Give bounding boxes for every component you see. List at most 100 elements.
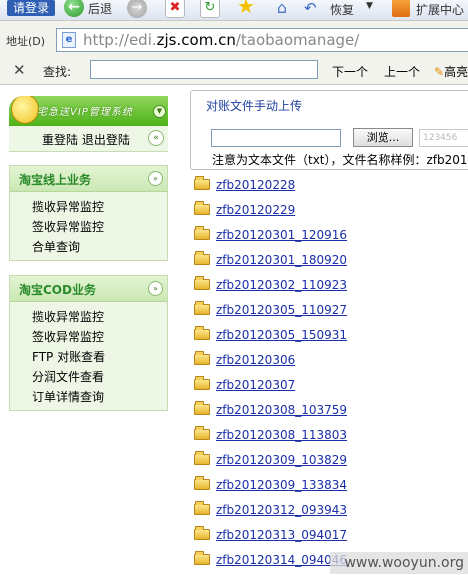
folder-link[interactable]: zfb20120301_120916: [216, 228, 347, 242]
folder-row[interactable]: zfb20120301_180920: [194, 248, 454, 273]
home-icon[interactable]: ⌂: [272, 0, 292, 18]
logo-text: 宅急送VIP管理系统: [37, 107, 133, 118]
watermark: www.wooyun.org: [330, 552, 468, 574]
folder-link[interactable]: zfb20120307: [216, 378, 295, 392]
browser-toolbar: 请登录 ← 后退 → ✖ ↻ ★ ⌂ ↶ 恢复 ▼ 扩展中心: [0, 0, 468, 20]
folder-row[interactable]: zfb20120307: [194, 373, 454, 398]
close-icon[interactable]: ✕: [13, 61, 26, 79]
logo-icon: [11, 96, 39, 124]
folder-icon: [194, 501, 210, 515]
folder-row[interactable]: zfb20120301_120916: [194, 223, 454, 248]
folder-icon: [194, 351, 210, 365]
folder-row[interactable]: zfb20120313_094017: [194, 523, 454, 548]
folder-icon: [194, 226, 210, 240]
chevron-down-icon[interactable]: ▼: [153, 105, 166, 118]
folder-row[interactable]: zfb20120308_103759: [194, 398, 454, 423]
menu-title: 淘宝线上业务: [19, 173, 92, 187]
folder-row[interactable]: zfb20120308_113803: [194, 423, 454, 448]
upload-date-field[interactable]: 123456: [419, 129, 468, 147]
folder-icon: [194, 301, 210, 315]
menu-item-pickup-monitor[interactable]: 揽收异常监控: [32, 197, 167, 217]
folder-link[interactable]: zfb20120305_150931: [216, 328, 347, 342]
chevron-down-icon: ▼: [366, 1, 373, 11]
menu-header[interactable]: 淘宝线上业务 »: [10, 166, 167, 192]
folder-row[interactable]: zfb20120312_093943: [194, 498, 454, 523]
chevron-down-icon[interactable]: »: [148, 281, 163, 296]
chevron-down-icon[interactable]: »: [148, 171, 163, 186]
menu-item-order-detail[interactable]: 订单详情查询: [32, 387, 167, 407]
user-row: 重登陆 退出登陆 «: [9, 126, 168, 152]
folder-link[interactable]: zfb20120309_103829: [216, 453, 347, 467]
find-input[interactable]: [90, 60, 318, 79]
folder-icon: [194, 451, 210, 465]
browse-button[interactable]: 浏览...: [353, 128, 413, 147]
folder-icon: [194, 376, 210, 390]
folder-row[interactable]: zfb20120309_103829: [194, 448, 454, 473]
extension-icon: [392, 0, 410, 17]
menu-title: 淘宝COD业务: [19, 283, 96, 297]
upload-legend: 对账文件手动上传: [203, 97, 306, 114]
folder-row[interactable]: zfb20120306: [194, 348, 454, 373]
star-icon[interactable]: ★: [236, 0, 256, 16]
folder-icon: [194, 326, 210, 340]
folder-link[interactable]: zfb20120229: [216, 203, 295, 217]
back-label: 后退: [88, 2, 113, 16]
folder-icon: [194, 201, 210, 215]
sidebar: 宅急送VIP管理系统 ▼ 重登陆 退出登陆 « 淘宝线上业务 » 揽收异常监控 …: [0, 85, 180, 575]
folder-icon: [194, 476, 210, 490]
folder-icon: [194, 251, 210, 265]
folder-link[interactable]: zfb20120301_180920: [216, 253, 347, 267]
menu-item-merge-query[interactable]: 合单查询: [32, 237, 167, 257]
menu-item-sign-monitor[interactable]: 签收异常监控: [32, 327, 167, 347]
menu-item-pickup-monitor[interactable]: 揽收异常监控: [32, 307, 167, 327]
restore-label: 恢复: [330, 3, 355, 17]
folder-row[interactable]: zfb20120228: [194, 173, 454, 198]
logo-panel: 宅急送VIP管理系统 ▼: [9, 96, 168, 126]
menu-header[interactable]: 淘宝COD业务 »: [10, 276, 167, 302]
extension-label: 扩展中心: [416, 3, 465, 17]
find-next-button[interactable]: 下一个: [332, 63, 368, 80]
restore-icon: ↶: [304, 0, 317, 17]
folder-link[interactable]: zfb20120302_110923: [216, 278, 347, 292]
menu-item-ftp-reconcile[interactable]: FTP 对账查看: [32, 347, 167, 367]
folder-icon: [194, 426, 210, 440]
find-prev-button[interactable]: 上一个: [384, 63, 420, 80]
folder-link[interactable]: zfb20120313_094017: [216, 528, 347, 542]
folder-row[interactable]: zfb20120302_110923: [194, 273, 454, 298]
user-links[interactable]: 重登陆 退出登陆: [42, 131, 130, 148]
address-url: http://edi.zjs.com.cn/taobaomanage/: [83, 31, 360, 49]
folder-link[interactable]: zfb20120306: [216, 353, 295, 367]
collapse-left-icon[interactable]: «: [148, 130, 164, 146]
find-bar: ✕ 查找: 下一个 上一个 ✎高亮: [0, 57, 468, 85]
page-icon: e: [62, 32, 76, 48]
folder-link[interactable]: zfb20120308_103759: [216, 403, 347, 417]
refresh-icon[interactable]: ↻: [200, 0, 220, 18]
login-tab[interactable]: 请登录: [7, 0, 55, 16]
address-label: 地址(D): [6, 35, 46, 48]
menu-taobao-cod: 淘宝COD业务 » 揽收异常监控 签收异常监控 FTP 对账查看 分润文件查看 …: [9, 275, 168, 411]
back-arrow-icon: ←: [64, 0, 84, 17]
forward-arrow-icon[interactable]: →: [127, 0, 147, 18]
folder-link[interactable]: zfb20120309_133834: [216, 478, 347, 492]
folder-link[interactable]: zfb20120305_110927: [216, 303, 347, 317]
folder-link[interactable]: zfb20120308_113803: [216, 428, 347, 442]
folder-list: zfb20120228 zfb20120229 zfb20120301_120916…: [194, 173, 454, 573]
find-highlight-button[interactable]: ✎高亮: [434, 63, 468, 80]
folder-row[interactable]: zfb20120309_133834: [194, 473, 454, 498]
address-input[interactable]: e http://edi.zjs.com.cn/taobaomanage/: [56, 28, 468, 52]
folder-icon: [194, 551, 210, 565]
file-path-input[interactable]: [211, 129, 341, 147]
folder-row[interactable]: zfb20120305_110927: [194, 298, 454, 323]
stop-icon[interactable]: ✖: [165, 0, 185, 18]
folder-link[interactable]: zfb20120228: [216, 178, 295, 192]
main-content: 对账文件手动上传 浏览... 123456 注意为文本文件（txt），文件名称样…: [180, 85, 468, 575]
menu-item-profit-files[interactable]: 分润文件查看: [32, 367, 167, 387]
menu-item-sign-monitor[interactable]: 签收异常监控: [32, 217, 167, 237]
folder-row[interactable]: zfb20120305_150931: [194, 323, 454, 348]
folder-row[interactable]: zfb20120229: [194, 198, 454, 223]
folder-link[interactable]: zfb20120312_093943: [216, 503, 347, 517]
find-label: 查找:: [43, 65, 72, 79]
folder-link[interactable]: zfb20120314_094046: [216, 553, 347, 567]
upload-note: 注意为文本文件（txt），文件名称样例：zfb20120: [212, 153, 468, 167]
folder-icon: [194, 276, 210, 290]
